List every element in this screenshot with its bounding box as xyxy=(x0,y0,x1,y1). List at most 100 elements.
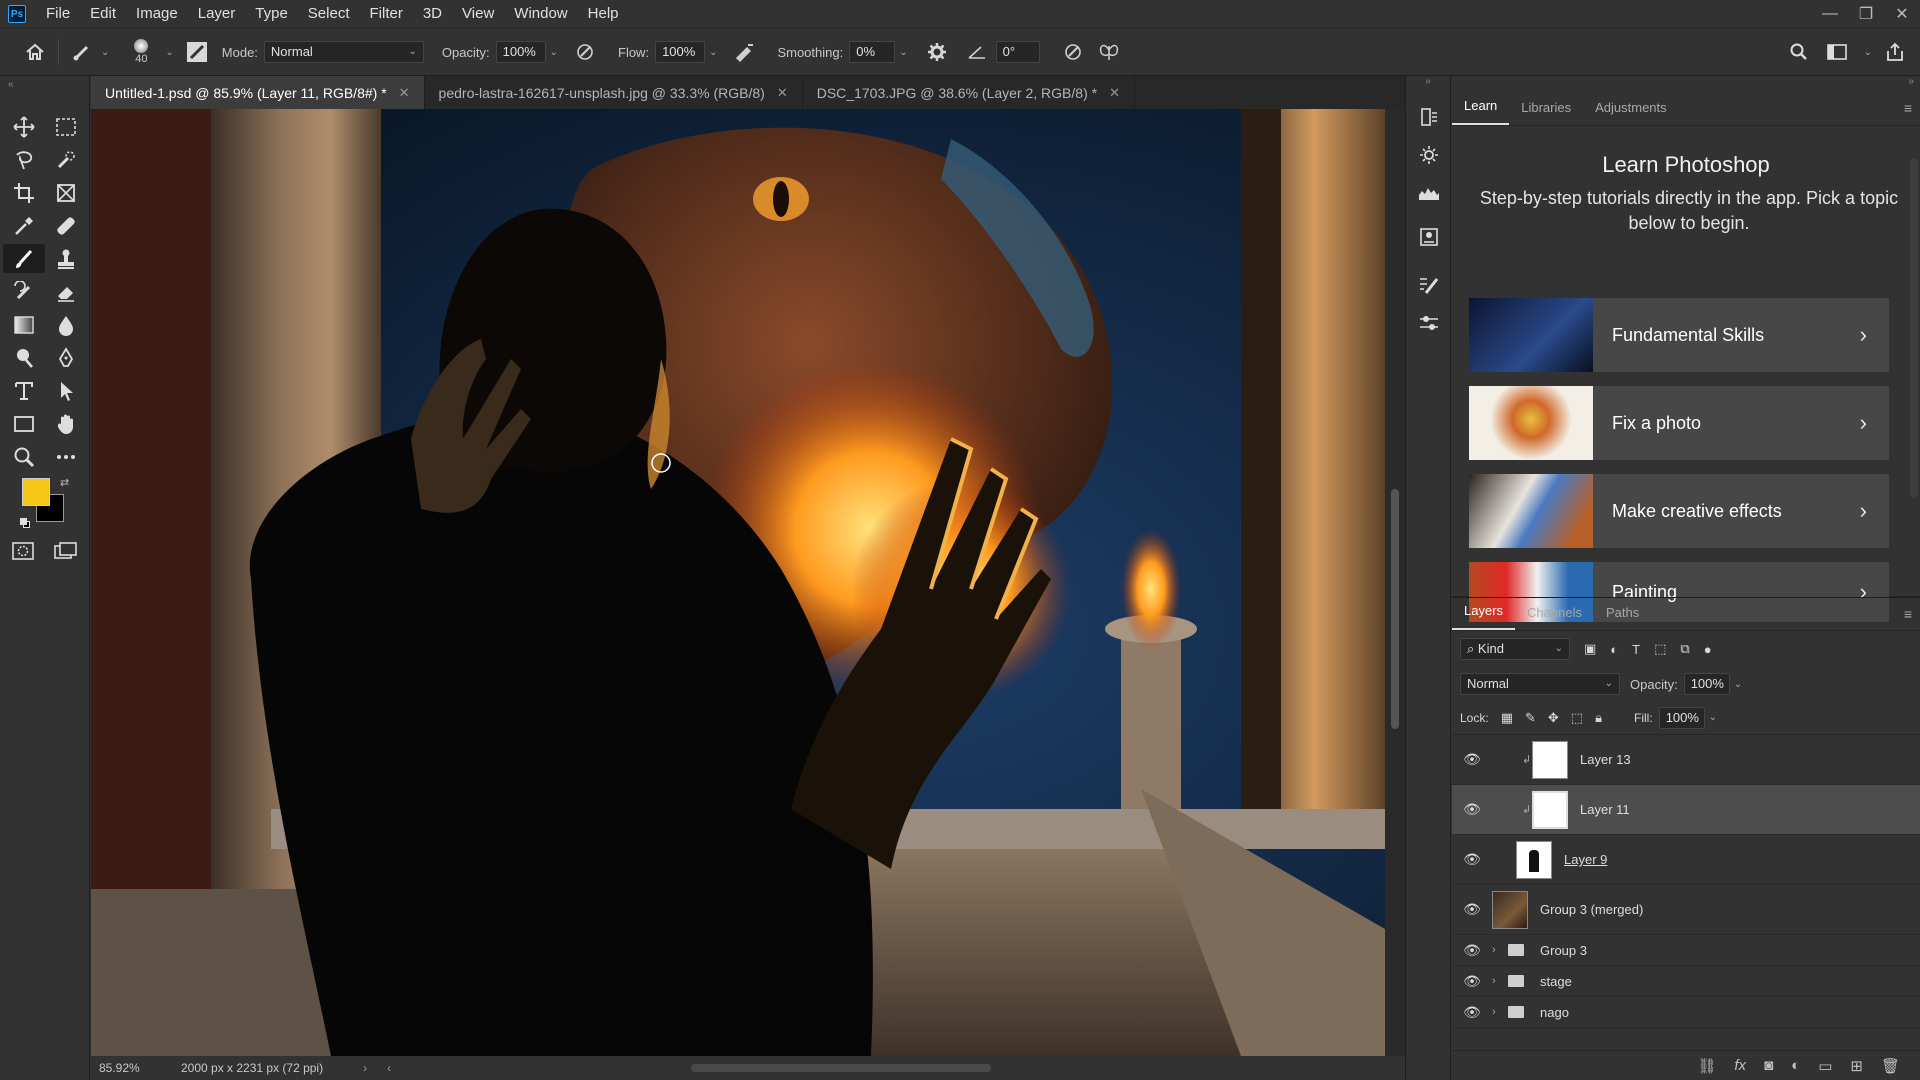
chevron-down-icon[interactable]: ⌄ xyxy=(709,47,717,58)
expand-arrows-icon[interactable]: » xyxy=(1406,76,1450,92)
menu-file[interactable]: File xyxy=(36,0,80,28)
layer-row[interactable]: 👁︎ Layer 9 xyxy=(1452,835,1920,885)
chevron-right-icon[interactable]: › xyxy=(363,1061,367,1075)
scrollbar-thumb[interactable] xyxy=(1391,489,1399,729)
home-icon[interactable] xyxy=(20,37,50,67)
layer-opacity-input[interactable]: 100% xyxy=(1683,673,1730,695)
learn-scrollbar[interactable] xyxy=(1910,158,1918,498)
more-tools-icon[interactable] xyxy=(45,442,87,471)
visibility-eye-icon[interactable]: 👁︎ xyxy=(1452,751,1492,768)
healing-brush-tool-icon[interactable] xyxy=(45,211,87,240)
zoom-tool-icon[interactable] xyxy=(3,442,45,471)
share-icon[interactable] xyxy=(1880,37,1910,67)
panel-menu-icon[interactable]: ≡ xyxy=(1904,100,1912,116)
smoothing-input[interactable]: 0% xyxy=(849,41,896,63)
group-row[interactable]: 👁︎ › stage xyxy=(1452,966,1920,997)
chevron-down-icon[interactable]: ⌄ xyxy=(165,47,173,58)
adjustments-sun-icon[interactable] xyxy=(1406,136,1452,174)
visibility-eye-icon[interactable]: 👁︎ xyxy=(1452,942,1492,959)
kind-filter-select[interactable]: ⌕ Kind ⌄ xyxy=(1460,638,1570,660)
tab-libraries[interactable]: Libraries xyxy=(1509,100,1583,125)
trash-icon[interactable]: 🗑︎ xyxy=(1881,1057,1900,1075)
tab-pedro-lastra[interactable]: pedro-lastra-162617-unsplash.jpg @ 33.3%… xyxy=(425,76,803,109)
new-layer-icon[interactable]: ⊞ xyxy=(1850,1057,1863,1075)
workspace-icon[interactable] xyxy=(1822,37,1852,67)
learn-card-make-creative-effects[interactable]: Make creative effects › xyxy=(1469,474,1889,548)
close-tab-icon[interactable]: ✕ xyxy=(399,85,410,101)
close-tab-icon[interactable]: ✕ xyxy=(1109,85,1120,101)
lock-transparent-icon[interactable]: ▦ xyxy=(1501,710,1513,726)
restore-icon[interactable]: ❐ xyxy=(1848,0,1884,28)
group-name[interactable]: Group 3 xyxy=(1540,943,1587,958)
layer-row[interactable]: 👁︎ Group 3 (merged) xyxy=(1452,885,1920,935)
angle-input[interactable]: 0° xyxy=(995,41,1040,63)
pen-tool-icon[interactable] xyxy=(45,343,87,372)
new-adjustment-layer-icon[interactable]: ◐ xyxy=(1791,1057,1800,1074)
swap-colors-icon[interactable]: ⇄ xyxy=(60,476,69,489)
search-icon[interactable] xyxy=(1784,37,1814,67)
chevron-right-icon[interactable]: › xyxy=(1492,1006,1508,1018)
link-layers-icon[interactable]: ⛓︎ xyxy=(1697,1057,1716,1075)
type-filter-icon[interactable]: T xyxy=(1632,642,1640,657)
lock-artboard-icon[interactable]: ⬚ xyxy=(1571,710,1583,726)
group-name[interactable]: nago xyxy=(1540,1005,1569,1020)
layer-name[interactable]: Layer 11 xyxy=(1580,802,1630,817)
layer-name[interactable]: Layer 9 xyxy=(1564,852,1607,867)
menu-view[interactable]: View xyxy=(452,0,504,28)
symmetry-butterfly-icon[interactable] xyxy=(1094,37,1124,67)
horizontal-scrollbar-thumb[interactable] xyxy=(691,1064,992,1072)
visibility-eye-icon[interactable]: 👁︎ xyxy=(1452,973,1492,990)
pressure-size-icon[interactable] xyxy=(1058,37,1088,67)
mode-select[interactable]: Normal ⌄ xyxy=(263,41,424,63)
smart-object-filter-icon[interactable]: ⧉ xyxy=(1680,641,1689,657)
brush-settings-icon[interactable] xyxy=(182,37,212,67)
zoom-level[interactable]: 85.92% xyxy=(99,1061,179,1075)
type-tool-icon[interactable] xyxy=(3,376,45,405)
eraser-tool-icon[interactable] xyxy=(45,277,87,306)
minimize-icon[interactable]: — xyxy=(1812,0,1848,28)
layer-style-fx-icon[interactable]: fx xyxy=(1734,1057,1746,1074)
tab-learn[interactable]: Learn xyxy=(1452,98,1510,125)
tab-channels[interactable]: Channels xyxy=(1515,605,1594,630)
clone-stamp-tool-icon[interactable] xyxy=(45,244,87,273)
group-row[interactable]: 👁︎ › nago xyxy=(1452,997,1920,1028)
brushes-panel-icon[interactable] xyxy=(1406,304,1452,342)
pixel-filter-icon[interactable]: ▣ xyxy=(1584,641,1596,657)
close-icon[interactable]: ✕ xyxy=(1884,0,1920,28)
collapse-arrows-icon[interactable]: « xyxy=(8,79,14,90)
menu-image[interactable]: Image xyxy=(126,0,188,28)
hand-tool-icon[interactable] xyxy=(45,409,87,438)
opacity-input[interactable]: 100% xyxy=(495,41,546,63)
menu-edit[interactable]: Edit xyxy=(80,0,126,28)
menu-type[interactable]: Type xyxy=(245,0,298,28)
menu-3d[interactable]: 3D xyxy=(413,0,452,28)
chevron-right-icon[interactable]: › xyxy=(1492,944,1508,956)
marquee-tool-icon[interactable] xyxy=(45,112,87,141)
foreground-color-swatch[interactable] xyxy=(22,478,50,506)
histogram-icon[interactable] xyxy=(1406,174,1452,212)
menu-select[interactable]: Select xyxy=(298,0,360,28)
filter-toggle-icon[interactable]: ● xyxy=(1704,642,1712,657)
blur-tool-icon[interactable] xyxy=(45,310,87,339)
document-canvas[interactable] xyxy=(91,109,1385,1056)
flow-input[interactable]: 100% xyxy=(655,41,706,63)
crop-tool-icon[interactable] xyxy=(3,178,45,207)
tab-layers[interactable]: Layers xyxy=(1452,603,1516,630)
gradient-tool-icon[interactable] xyxy=(3,310,45,339)
menu-filter[interactable]: Filter xyxy=(360,0,413,28)
history-panel-icon[interactable] xyxy=(1406,98,1452,136)
visibility-eye-icon[interactable]: 👁︎ xyxy=(1452,901,1492,918)
brush-tool-preset-icon[interactable] xyxy=(67,37,97,67)
lock-all-icon[interactable]: 🔒︎ xyxy=(1595,710,1602,726)
path-selection-tool-icon[interactable] xyxy=(45,376,87,405)
fill-input[interactable]: 100% xyxy=(1658,706,1705,729)
close-tab-icon[interactable]: ✕ xyxy=(777,85,788,101)
chevron-down-icon[interactable]: ⌄ xyxy=(1709,712,1717,723)
pressure-opacity-icon[interactable] xyxy=(570,37,600,67)
learn-card-fix-a-photo[interactable]: Fix a photo › xyxy=(1469,386,1889,460)
visibility-eye-icon[interactable]: 👁︎ xyxy=(1452,801,1492,818)
layer-name[interactable]: Group 3 (merged) xyxy=(1540,902,1643,917)
eyedropper-tool-icon[interactable] xyxy=(3,211,45,240)
rectangle-tool-icon[interactable] xyxy=(3,409,45,438)
shape-filter-icon[interactable]: ⬚ xyxy=(1654,641,1666,657)
